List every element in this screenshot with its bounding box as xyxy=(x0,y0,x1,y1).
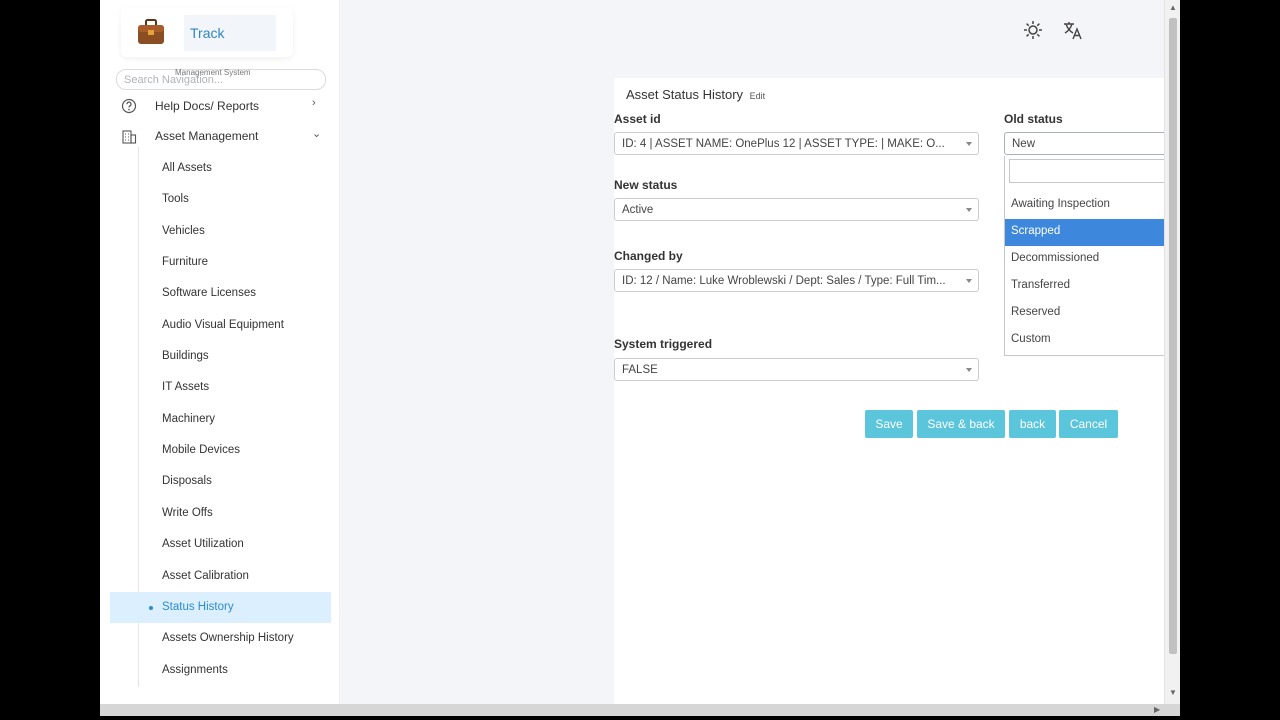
building-icon xyxy=(122,130,137,144)
sidebar-item-asset-utilization[interactable]: Asset Utilization xyxy=(110,529,331,560)
old-status-value: New xyxy=(1012,138,1036,150)
sidebar-item-label: Machinery xyxy=(162,413,216,425)
sidebar-item-write-offs[interactable]: Write Offs xyxy=(110,498,331,529)
sidebar-item-label: Assignments xyxy=(162,664,228,676)
sidebar-item-vehicles[interactable]: Vehicles xyxy=(110,216,331,247)
scroll-right-icon[interactable]: ▶ xyxy=(1154,705,1160,714)
sidebar-item-mobile-devices[interactable]: Mobile Devices xyxy=(110,435,331,466)
dropdown-arrow-icon xyxy=(966,279,972,283)
sidebar-item-label: Vehicles xyxy=(162,225,205,237)
old-status-select[interactable]: New xyxy=(1004,132,1180,155)
system-triggered-value: FALSE xyxy=(622,364,658,376)
back-button[interactable]: back xyxy=(1009,410,1056,438)
sidebar-item-label: Software Licenses xyxy=(162,287,256,299)
changed-by-select[interactable]: ID: 12 / Name: Luke Wroblewski / Dept: S… xyxy=(614,269,979,292)
active-dot-icon xyxy=(149,606,153,610)
option-decommissioned[interactable]: Decommissioned xyxy=(1005,246,1180,273)
changed-by-label: Changed by xyxy=(614,249,683,263)
main-content: Asset Status History Edit Asset id ID: 4… xyxy=(340,0,1180,704)
old-status-label: Old status xyxy=(1004,112,1063,126)
brand-logo[interactable]: Track xyxy=(121,7,293,57)
nav-help-docs-reports[interactable]: Help Docs/ Reports › xyxy=(110,94,330,118)
scroll-down-icon[interactable]: ▼ xyxy=(1169,688,1177,697)
page-title-suffix: Edit xyxy=(749,91,766,101)
brand-subtitle: Management System xyxy=(175,68,251,77)
new-status-select[interactable]: Active xyxy=(614,198,979,221)
sidebar-item-label: IT Assets xyxy=(162,381,210,393)
sidebar-item-assignments[interactable]: Assignments xyxy=(110,655,331,686)
asset-id-value: ID: 4 | ASSET NAME: OnePlus 12 | ASSET T… xyxy=(622,138,945,150)
option-scrapped[interactable]: Scrapped xyxy=(1005,219,1180,246)
nav-label: Help Docs/ Reports xyxy=(155,99,260,113)
dropdown-arrow-icon xyxy=(966,142,972,146)
dropdown-arrow-icon xyxy=(966,368,972,372)
sidebar-item-label: Asset Utilization xyxy=(162,538,244,550)
sidebar-item-status-history[interactable]: Status History xyxy=(110,592,331,623)
dropdown-arrow-icon xyxy=(966,208,972,212)
sidebar-item-label: Mobile Devices xyxy=(162,444,240,456)
sidebar-item-label: Furniture xyxy=(162,256,209,268)
option-reserved[interactable]: Reserved xyxy=(1005,300,1180,327)
sidebar-item-disposals[interactable]: Disposals xyxy=(110,466,331,497)
sidebar-item-software-licenses[interactable]: Software Licenses xyxy=(110,278,331,309)
option-transferred[interactable]: Transferred xyxy=(1005,273,1180,300)
horizontal-scrollbar[interactable]: ▶ xyxy=(100,704,1180,716)
sidebar-item-label: Audio Visual Equipment xyxy=(162,319,284,331)
translate-icon[interactable] xyxy=(1062,19,1084,41)
sidebar-item-label: Disposals xyxy=(162,475,212,487)
option-awaiting-inspection[interactable]: Awaiting Inspection xyxy=(1005,192,1180,219)
page-scrollbar[interactable]: ▲ ▼ xyxy=(1164,0,1180,704)
question-circle-icon xyxy=(121,98,137,114)
sidebar-item-all-assets[interactable]: All Assets xyxy=(110,153,331,184)
new-status-value: Active xyxy=(622,204,654,216)
chevron-right-icon: › xyxy=(312,97,316,109)
sidebar-item-label: Write Offs xyxy=(162,507,213,519)
nav-label: Asset Management xyxy=(155,129,259,143)
scroll-up-icon[interactable]: ▲ xyxy=(1169,3,1177,12)
sidebar: Track Management System Help Docs/ Repor… xyxy=(100,0,340,704)
chevron-down-icon: ⌄ xyxy=(312,128,322,140)
app-window: Track Management System Help Docs/ Repor… xyxy=(100,0,1180,716)
sidebar-item-label: Status History xyxy=(162,601,234,613)
sidebar-item-it-assets[interactable]: IT Assets xyxy=(110,372,331,403)
asset-id-select[interactable]: ID: 4 | ASSET NAME: OnePlus 12 | ASSET T… xyxy=(614,132,979,155)
sidebar-item-audio-visual-equipment[interactable]: Audio Visual Equipment xyxy=(110,310,331,341)
cancel-button[interactable]: Cancel xyxy=(1059,410,1118,438)
save-button[interactable]: Save xyxy=(865,410,913,438)
sidebar-item-machinery[interactable]: Machinery xyxy=(110,404,331,435)
sidebar-item-furniture[interactable]: Furniture xyxy=(110,247,331,278)
sidebar-item-buildings[interactable]: Buildings xyxy=(110,341,331,372)
page-scroll-thumb[interactable] xyxy=(1169,18,1177,654)
sidebar-item-label: Asset Calibration xyxy=(162,570,249,582)
system-triggered-label: System triggered xyxy=(614,337,713,351)
old-status-options: Awaiting Inspection Scrapped Decommissio… xyxy=(1005,192,1180,354)
form-card: Asset Status History Edit Asset id ID: 4… xyxy=(614,78,1180,704)
changed-by-value: ID: 12 / Name: Luke Wroblewski / Dept: S… xyxy=(622,275,946,287)
old-status-dropdown: Awaiting Inspection Scrapped Decommissio… xyxy=(1004,156,1180,356)
sidebar-item-tools[interactable]: Tools xyxy=(110,184,331,215)
page-title: Asset Status History Edit xyxy=(626,87,765,102)
sidebar-item-assets-ownership-history[interactable]: Assets Ownership History xyxy=(110,623,331,654)
option-custom[interactable]: Custom xyxy=(1005,327,1180,354)
sidebar-item-label: Buildings xyxy=(162,350,209,362)
new-status-label: New status xyxy=(614,178,678,192)
sidebar-item-asset-calibration[interactable]: Asset Calibration xyxy=(110,561,331,592)
sidebar-item-label: Tools xyxy=(162,193,189,205)
nav-asset-management[interactable]: Asset Management ⌄ xyxy=(110,124,330,148)
sun-icon[interactable] xyxy=(1022,19,1044,41)
sidebar-item-label: All Assets xyxy=(162,162,212,174)
briefcase-icon xyxy=(138,19,164,44)
brand-title: Track xyxy=(184,15,276,51)
page-title-text: Asset Status History xyxy=(626,87,744,102)
save-and-back-button[interactable]: Save & back xyxy=(917,410,1005,438)
old-status-search-input[interactable] xyxy=(1009,159,1180,183)
system-triggered-select[interactable]: FALSE xyxy=(614,358,979,381)
sidebar-item-label: Assets Ownership History xyxy=(162,632,294,644)
asset-id-label: Asset id xyxy=(614,112,661,126)
